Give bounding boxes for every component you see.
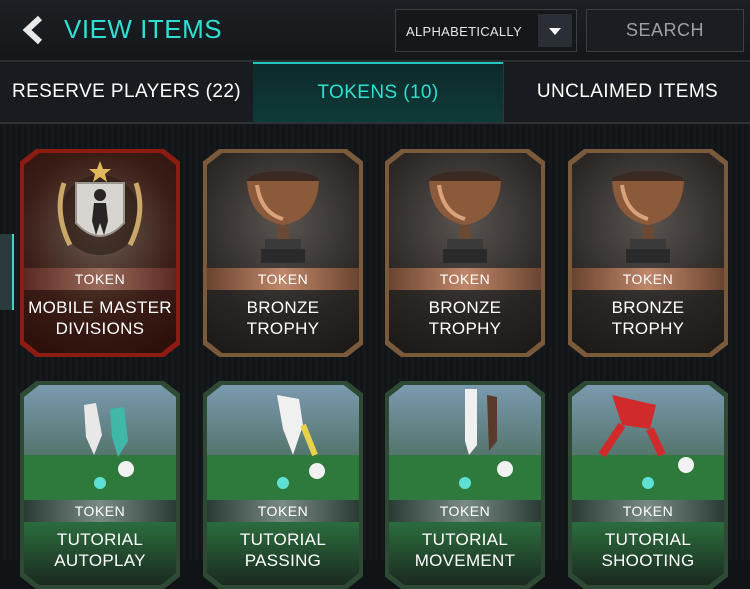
- token-label: TOKEN: [207, 268, 359, 290]
- token-label: TOKEN: [572, 268, 724, 290]
- tab-bar: RESERVE PLAYERS (22) TOKENS (10) UNCLAIM…: [0, 62, 750, 124]
- search-button[interactable]: SEARCH: [586, 9, 744, 52]
- card-title: BRONZE TROPHY: [428, 298, 502, 338]
- player-silhouette-icon: [57, 161, 143, 255]
- card-title: BRONZE TROPHY: [246, 298, 320, 338]
- card-title: BRONZE TROPHY: [611, 298, 685, 338]
- side-drawer-handle[interactable]: [0, 234, 14, 310]
- card-title: TUTORIAL PASSING: [239, 530, 327, 570]
- trophy-icon: [247, 171, 319, 263]
- card-title: MOBILE MASTER DIVISIONS: [28, 298, 172, 338]
- item-card[interactable]: TOKEN MOBILE MASTER DIVISIONS: [20, 149, 180, 357]
- token-label: TOKEN: [389, 500, 541, 522]
- trophy-icon: [612, 171, 684, 263]
- card-title: TUTORIAL SHOOTING: [601, 530, 695, 570]
- token-label: TOKEN: [207, 500, 359, 522]
- chevron-left-icon: [22, 15, 43, 45]
- pitch-ball-icon: [24, 403, 176, 500]
- back-button[interactable]: [14, 12, 54, 48]
- pitch-ball-icon: [207, 395, 359, 500]
- card-title: TUTORIAL MOVEMENT: [414, 530, 516, 570]
- item-card[interactable]: TOKEN TUTORIAL PASSING: [203, 381, 363, 589]
- tab-unclaimed-items[interactable]: UNCLAIMED ITEMS: [503, 62, 750, 122]
- tab-reserve-players[interactable]: RESERVE PLAYERS (22): [0, 62, 254, 122]
- item-card[interactable]: TOKEN TUTORIAL MOVEMENT: [385, 381, 545, 589]
- sort-toggle-button[interactable]: [538, 14, 572, 47]
- items-grid: TOKEN MOBILE MASTER DIVISIONS TOKEN BRONZ…: [0, 124, 750, 589]
- page-title: VIEW ITEMS: [64, 14, 223, 44]
- top-bar: VIEW ITEMS ALPHABETICALLY SEARCH: [0, 0, 750, 60]
- item-card[interactable]: TOKEN BRONZE TROPHY: [203, 149, 363, 357]
- token-label: TOKEN: [24, 268, 176, 290]
- pitch-ball-icon: [389, 389, 541, 500]
- sort-selected-value: ALPHABETICALLY: [406, 24, 522, 39]
- caret-down-icon: [549, 27, 561, 35]
- item-card[interactable]: TOKEN TUTORIAL AUTOPLAY: [20, 381, 180, 589]
- item-card[interactable]: TOKEN BRONZE TROPHY: [568, 149, 728, 357]
- token-label: TOKEN: [572, 500, 724, 522]
- trophy-icon: [429, 171, 501, 263]
- item-card[interactable]: TOKEN TUTORIAL SHOOTING: [568, 381, 728, 589]
- token-label: TOKEN: [24, 500, 176, 522]
- pitch-ball-icon: [572, 395, 724, 500]
- sort-dropdown[interactable]: ALPHABETICALLY: [395, 9, 577, 52]
- card-title: TUTORIAL AUTOPLAY: [54, 530, 146, 570]
- tab-tokens[interactable]: TOKENS (10): [253, 62, 503, 122]
- item-card[interactable]: TOKEN BRONZE TROPHY: [385, 149, 545, 357]
- token-label: TOKEN: [389, 268, 541, 290]
